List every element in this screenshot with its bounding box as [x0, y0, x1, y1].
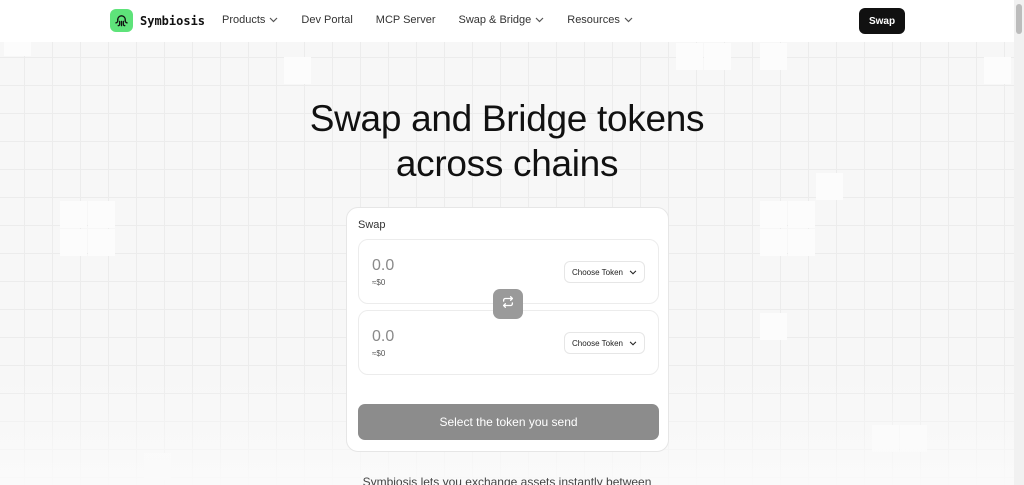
choose-token-label: Choose Token: [572, 338, 623, 348]
grid-tile: [816, 173, 843, 200]
swap-card: Swap ≈$0 Choose Token ≈$0 Choose Token: [346, 207, 669, 452]
grid-tile: [88, 229, 115, 256]
nav-item-label: Products: [222, 14, 266, 26]
grid-tile: [88, 201, 115, 228]
chevron-down-icon: [629, 269, 637, 275]
chevron-down-icon: [535, 17, 544, 23]
nav-item-label: Swap & Bridge: [458, 14, 532, 26]
header-swap-button[interactable]: Swap: [859, 8, 905, 34]
hero-title-line-1: Swap and Bridge tokens: [309, 98, 705, 139]
logo-text: Symbiosis: [140, 13, 206, 28]
logo[interactable]: Symbiosis: [110, 9, 205, 32]
grid-tile: [984, 57, 1011, 84]
nav-item-label: Dev Portal: [301, 14, 353, 26]
nav-item-label: Resources: [567, 14, 620, 26]
hero-title-line-2: across chains: [395, 143, 619, 184]
swap-arrows-icon: [501, 295, 515, 314]
top-navbar: Symbiosis Products Dev Portal MCP Server…: [0, 0, 1014, 42]
from-amount-input[interactable]: [372, 257, 522, 275]
chevron-down-icon: [629, 340, 637, 346]
grid-tile: [60, 229, 87, 256]
swap-card-title: Swap: [358, 219, 386, 231]
grid-tile: [760, 201, 787, 228]
chevron-down-icon: [269, 17, 278, 23]
nav-item-resources[interactable]: Resources: [567, 14, 633, 26]
chevron-down-icon: [624, 17, 633, 23]
grid-tile: [760, 313, 787, 340]
nav-item-swap-bridge[interactable]: Swap & Bridge: [458, 14, 544, 26]
select-token-submit-button[interactable]: Select the token you send: [358, 404, 659, 440]
to-choose-token-button[interactable]: Choose Token: [564, 332, 645, 354]
flip-tokens-button[interactable]: [493, 289, 523, 319]
page-scrollbar[interactable]: [1014, 0, 1024, 485]
to-usd-value: ≈$0: [372, 349, 386, 358]
main-nav: Products Dev Portal MCP Server Swap & Br…: [222, 14, 656, 26]
hero-description: Symbiosis lets you exchange assets insta…: [362, 475, 652, 485]
grid-tile: [284, 57, 311, 84]
nav-item-dev-portal[interactable]: Dev Portal: [301, 14, 352, 26]
from-choose-token-button[interactable]: Choose Token: [564, 261, 645, 283]
scrollbar-thumb[interactable]: [1016, 4, 1022, 34]
grid-tile: [760, 229, 787, 256]
choose-token-label: Choose Token: [572, 267, 623, 277]
grid-tile: [760, 43, 787, 70]
grid-tile: [704, 43, 731, 70]
grid-tile: [676, 43, 703, 70]
hero-title: Swap and Bridge tokens across chains: [200, 96, 814, 186]
octopus-icon: [110, 9, 133, 32]
grid-tile: [788, 229, 815, 256]
to-token-field: ≈$0 Choose Token: [358, 310, 659, 375]
from-usd-value: ≈$0: [372, 278, 386, 287]
to-amount-input[interactable]: [372, 328, 522, 346]
nav-item-label: MCP Server: [375, 14, 436, 26]
nav-item-mcp-server[interactable]: MCP Server: [376, 14, 436, 26]
nav-item-products[interactable]: Products: [222, 14, 278, 26]
grid-tile: [60, 201, 87, 228]
grid-tile: [788, 201, 815, 228]
